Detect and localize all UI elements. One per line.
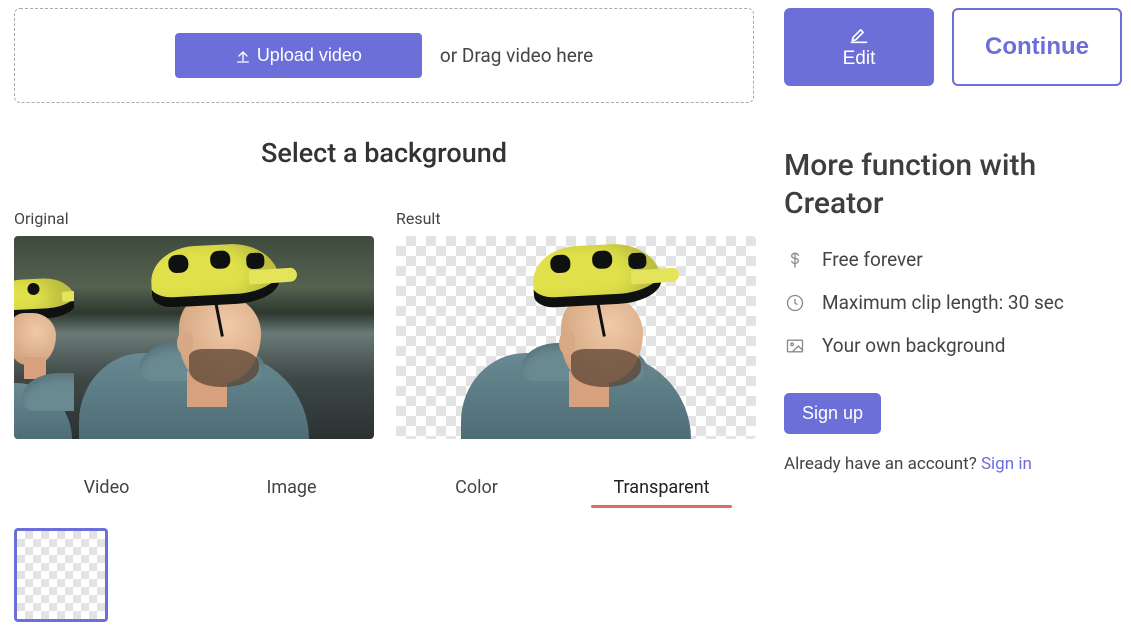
feature-length: Maximum clip length: 30 sec bbox=[784, 291, 1117, 314]
background-tabs: Video Image Color Transparent bbox=[14, 469, 754, 506]
swatch-transparent[interactable] bbox=[14, 528, 108, 622]
result-preview bbox=[396, 236, 756, 439]
already-text: Already have an account? bbox=[784, 454, 981, 474]
original-preview bbox=[14, 236, 374, 439]
continue-button[interactable]: Continue bbox=[952, 8, 1122, 86]
tab-image[interactable]: Image bbox=[199, 469, 384, 506]
transparent-swatch-fill bbox=[17, 531, 105, 619]
existing-account-line: Already have an account? Sign in bbox=[784, 454, 1117, 474]
signin-link[interactable]: Sign in bbox=[981, 454, 1032, 474]
upload-icon bbox=[235, 48, 251, 64]
feature-own-bg: Your own background bbox=[784, 334, 1117, 357]
feature-free-text: Free forever bbox=[822, 248, 923, 271]
dollar-icon bbox=[784, 249, 806, 271]
original-label: Original bbox=[14, 209, 374, 228]
tab-video[interactable]: Video bbox=[14, 469, 199, 506]
edit-label: Edit bbox=[843, 48, 876, 70]
upload-dropzone[interactable]: Upload video or Drag video here bbox=[14, 8, 754, 103]
feature-own-bg-text: Your own background bbox=[822, 334, 1005, 357]
clock-icon bbox=[784, 292, 806, 314]
feature-length-text: Maximum clip length: 30 sec bbox=[822, 291, 1064, 314]
result-label: Result bbox=[396, 209, 756, 228]
upload-video-button[interactable]: Upload video bbox=[175, 33, 422, 78]
edit-button[interactable]: Edit bbox=[784, 8, 934, 86]
select-background-title: Select a background bbox=[14, 137, 754, 169]
edit-icon bbox=[846, 24, 872, 44]
more-with-creator-title: More function with Creator bbox=[784, 147, 1117, 222]
signup-button[interactable]: Sign up bbox=[784, 393, 881, 434]
drag-hint: or Drag video here bbox=[440, 44, 593, 67]
upload-video-label: Upload video bbox=[257, 45, 362, 66]
tab-color[interactable]: Color bbox=[384, 469, 569, 506]
feature-free: Free forever bbox=[784, 248, 1117, 271]
tab-transparent[interactable]: Transparent bbox=[569, 469, 754, 506]
image-icon bbox=[784, 335, 806, 357]
